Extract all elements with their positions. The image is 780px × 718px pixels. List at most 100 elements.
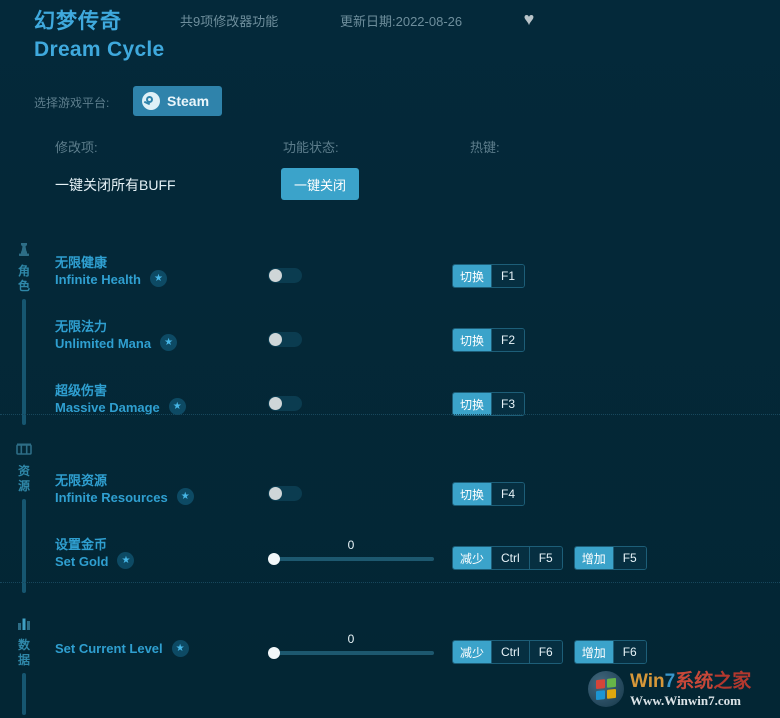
watermark-url: Www.Winwin7.com: [630, 692, 741, 708]
hotkey-key[interactable]: F3: [491, 393, 525, 415]
hotkey-binding[interactable]: 增加 F6: [573, 640, 647, 664]
hotkey-binding[interactable]: 切换 F4: [452, 482, 526, 506]
hotkey-key[interactable]: F2: [491, 329, 525, 351]
section-2: 资源 无限资源 Infinite Resources ★ 切换 F4 设置金币 Set Gol…: [0, 414, 780, 594]
hotkey-binding[interactable]: 减少 Ctrl F6: [452, 640, 563, 664]
feature-count-label: 共9项修改器功能: [180, 14, 279, 29]
hotkey-group-container: 切换 F1: [452, 264, 526, 288]
hotkey-action-label: 切换: [453, 483, 492, 505]
watermark-part2: 7: [664, 670, 676, 692]
master-disable-label: 一键关闭所有BUFF: [55, 177, 176, 193]
cheat-row: 设置金币 Set Gold ★ 0 减少 Ctrl F5 增加 F5: [0, 528, 780, 586]
master-disable-row: 一键关闭所有BUFF 一键关闭: [0, 168, 780, 208]
cheat-name-group: 无限资源 Infinite Resources ★: [55, 472, 194, 506]
hotkey-key[interactable]: F6: [528, 641, 562, 663]
watermark-part3: 系统: [675, 670, 714, 692]
section-divider: [0, 582, 780, 584]
cheat-name-en: Infinite Health: [55, 272, 141, 287]
hotkey-binding[interactable]: 减少 Ctrl F5: [452, 546, 563, 570]
toggle-knob: [269, 333, 282, 346]
cheat-row: 无限资源 Infinite Resources ★ 切换 F4: [0, 464, 780, 522]
toggle-knob: [269, 487, 282, 500]
column-header-state: 功能状态:: [283, 140, 339, 155]
hotkey-group-container: 减少 Ctrl F6 增加 F6: [452, 640, 647, 664]
cheat-name-cn: 无限资源: [55, 473, 108, 488]
header: 幻梦传奇 Dream Cycle 共9项修改器功能 更新日期:2022-08-2…: [0, 0, 780, 78]
watermark-part4: 之家: [713, 670, 752, 692]
cheat-name-en: Infinite Resources: [55, 490, 168, 505]
hotkey-key[interactable]: Ctrl: [491, 547, 529, 569]
toggle-knob: [269, 397, 282, 410]
hotkey-key[interactable]: F5: [612, 547, 646, 569]
hotkey-key[interactable]: F5: [528, 547, 562, 569]
hotkey-key[interactable]: F1: [491, 265, 525, 287]
hotkey-action-label: 切换: [453, 329, 492, 351]
cheat-name-cn: 无限健康: [55, 255, 108, 270]
update-date-label: 更新日期:2022-08-26: [340, 14, 463, 29]
hotkey-binding[interactable]: 增加 F5: [573, 546, 647, 570]
toggle-switch[interactable]: [268, 396, 302, 411]
slider-track[interactable]: [272, 557, 434, 561]
toggle-switch[interactable]: [268, 486, 302, 501]
watermark-part1: Win: [630, 670, 665, 692]
column-header-hotkey: 热键:: [470, 140, 500, 155]
column-headers: 修改项: 功能状态: 热键:: [0, 137, 780, 157]
platform-selector-row: 选择游戏平台: Steam: [0, 86, 780, 120]
hotkey-action-label: 增加: [574, 547, 613, 569]
cheat-name-group: 设置金币 Set Gold ★: [55, 536, 135, 570]
hotkey-action-label: 切换: [453, 393, 492, 415]
steam-platform-button[interactable]: Steam: [133, 86, 223, 116]
slider-track[interactable]: [272, 651, 434, 655]
hotkey-group-container: 切换 F4: [452, 482, 526, 506]
hotkey-group-container: 切换 F2: [452, 328, 526, 352]
slider-knob[interactable]: [268, 553, 280, 565]
hotkey-group-container: 切换 F3: [452, 392, 526, 416]
steam-icon: [142, 92, 160, 110]
slider-value: 0: [347, 538, 355, 552]
heart-icon[interactable]: ♥: [519, 9, 539, 29]
platform-label: 选择游戏平台:: [34, 96, 110, 110]
page-title-cn: 幻梦传奇: [34, 10, 122, 33]
section-divider: [0, 414, 780, 416]
star-icon[interactable]: ★: [176, 488, 194, 505]
hotkey-binding[interactable]: 切换 F3: [452, 392, 526, 416]
cheat-name-cn: 超级伤害: [55, 383, 108, 398]
cheat-name-cn: 无限法力: [55, 319, 108, 334]
hotkey-key[interactable]: Ctrl: [491, 641, 529, 663]
value-slider[interactable]: 0: [268, 632, 434, 660]
cheat-row: 超级伤害 Massive Damage ★ 切换 F3: [0, 374, 780, 432]
section-1: 角色 无限健康 Infinite Health ★ 切换 F1 无限法力 Unlimited …: [0, 228, 780, 426]
hotkey-binding[interactable]: 切换 F2: [452, 328, 526, 352]
cheat-name-en: Unlimited Mana: [55, 336, 152, 351]
hotkey-action-label: 增加: [574, 641, 613, 663]
slider-knob[interactable]: [268, 647, 280, 659]
cheat-row: 无限法力 Unlimited Mana ★ 切换 F2: [0, 310, 780, 368]
hotkey-key[interactable]: F6: [612, 641, 646, 663]
star-icon[interactable]: ★: [171, 640, 189, 657]
resources-icon: [14, 440, 34, 460]
hotkey-binding[interactable]: 切换 F1: [452, 264, 526, 288]
cheat-name-group: Set Current Level ★: [55, 640, 189, 657]
hotkey-action-label: 减少: [453, 641, 492, 663]
toggle-switch[interactable]: [268, 268, 302, 283]
cheat-name-group: 超级伤害 Massive Damage ★: [55, 382, 186, 416]
column-header-mod: 修改项:: [55, 140, 98, 155]
hotkey-action-label: 减少: [453, 547, 492, 569]
hotkey-key[interactable]: F4: [491, 483, 525, 505]
slider-value: 0: [347, 632, 355, 646]
star-icon[interactable]: ★: [149, 270, 167, 287]
star-icon[interactable]: ★: [160, 334, 178, 351]
hotkey-action-label: 切换: [453, 265, 492, 287]
steam-button-label: Steam: [167, 93, 210, 109]
toggle-knob: [269, 269, 282, 282]
star-icon[interactable]: ★: [168, 398, 186, 415]
cheat-name-group: 无限法力 Unlimited Mana ★: [55, 318, 178, 352]
value-slider[interactable]: 0: [268, 538, 434, 566]
trainer-window: 幻梦传奇 Dream Cycle 共9项修改器功能 更新日期:2022-08-2…: [0, 0, 780, 718]
windows-logo-icon: [588, 671, 624, 707]
toggle-switch[interactable]: [268, 332, 302, 347]
cheat-name-cn: 设置金币: [55, 537, 108, 552]
star-icon[interactable]: ★: [117, 552, 135, 569]
master-disable-button[interactable]: 一键关闭: [281, 168, 359, 200]
cheat-row: 无限健康 Infinite Health ★ 切换 F1: [0, 246, 780, 304]
